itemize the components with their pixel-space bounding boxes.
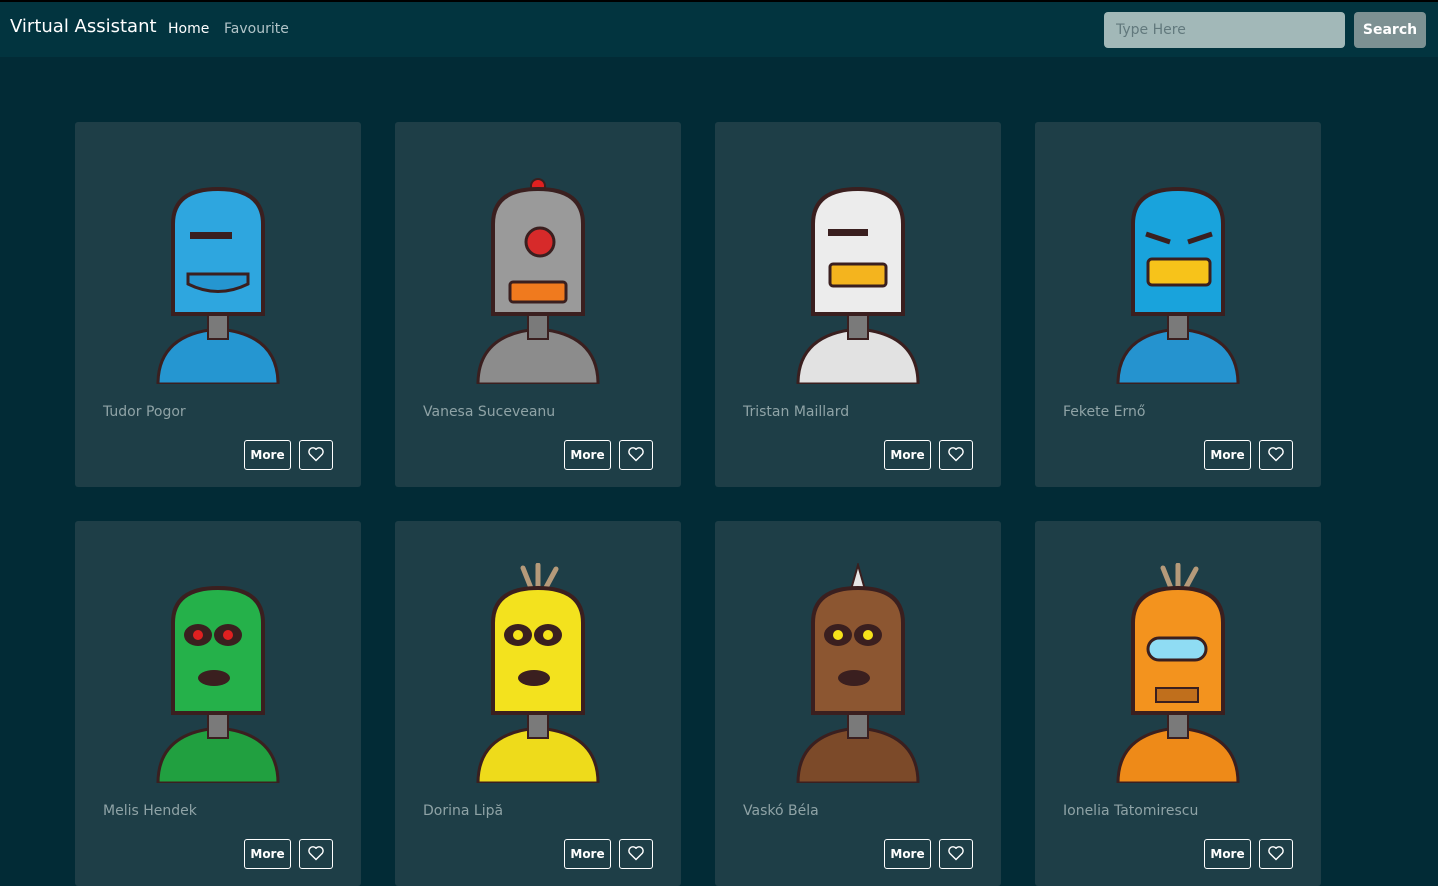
- assistant-name: Vanesa Suceveanu: [423, 404, 556, 420]
- favourite-button[interactable]: [939, 839, 973, 869]
- white-robot-avatar: [758, 164, 958, 386]
- cyan-robot-avatar: [1078, 164, 1278, 386]
- orange-robot-avatar: [1078, 562, 1278, 785]
- favourite-button[interactable]: [939, 440, 973, 470]
- assistant-card: Ionelia Tatomirescu More: [1035, 521, 1321, 886]
- navbar: Virtual Assistant Home Favourite Search: [0, 0, 1438, 57]
- assistant-name: Melis Hendek: [103, 803, 197, 819]
- heart-outline-icon: [1267, 845, 1285, 864]
- assistant-card: Vanesa Suceveanu More: [395, 122, 681, 487]
- assistant-card: Fekete Ernő More: [1035, 122, 1321, 487]
- assistant-card: Vaskó Béla More: [715, 521, 1001, 886]
- favourite-button[interactable]: [619, 440, 653, 470]
- brown-robot-avatar: [758, 561, 958, 785]
- assistant-name: Ionelia Tatomirescu: [1063, 803, 1199, 819]
- heart-outline-icon: [307, 446, 325, 465]
- assistant-card: Tristan Maillard More: [715, 122, 1001, 487]
- more-button[interactable]: More: [884, 440, 931, 470]
- search-input[interactable]: [1104, 12, 1345, 48]
- favourite-button[interactable]: [1259, 839, 1293, 869]
- more-button[interactable]: More: [564, 440, 611, 470]
- blue-robot-avatar: [118, 164, 318, 386]
- green-robot-avatar: [118, 563, 318, 785]
- nav-link-home[interactable]: Home: [168, 21, 209, 37]
- search-button[interactable]: Search: [1354, 12, 1426, 48]
- assistant-card: Melis Hendek More: [75, 521, 361, 886]
- assistant-name: Fekete Ernő: [1063, 404, 1146, 420]
- more-button[interactable]: More: [244, 440, 291, 470]
- nav-link-favourite[interactable]: Favourite: [224, 21, 289, 37]
- favourite-button[interactable]: [299, 440, 333, 470]
- heart-outline-icon: [307, 845, 325, 864]
- heart-outline-icon: [947, 446, 965, 465]
- heart-outline-icon: [1267, 446, 1285, 465]
- assistant-name: Tudor Pogor: [103, 404, 186, 420]
- heart-outline-icon: [627, 845, 645, 864]
- assistant-name: Tristan Maillard: [743, 404, 850, 420]
- more-button[interactable]: More: [1204, 440, 1251, 470]
- gray-robot-avatar: [438, 164, 638, 386]
- favourite-button[interactable]: [619, 839, 653, 869]
- heart-outline-icon: [627, 446, 645, 465]
- assistant-card: Dorina Lipă More: [395, 521, 681, 886]
- favourite-button[interactable]: [299, 839, 333, 869]
- favourite-button[interactable]: [1259, 440, 1293, 470]
- more-button[interactable]: More: [884, 839, 931, 869]
- more-button[interactable]: More: [244, 839, 291, 869]
- heart-outline-icon: [947, 845, 965, 864]
- assistant-card: Tudor Pogor More: [75, 122, 361, 487]
- more-button[interactable]: More: [1204, 839, 1251, 869]
- brand-title[interactable]: Virtual Assistant: [10, 16, 157, 37]
- assistant-name: Dorina Lipă: [423, 803, 504, 819]
- assistant-name: Vaskó Béla: [743, 803, 819, 819]
- yellow-robot-avatar: [438, 562, 638, 785]
- more-button[interactable]: More: [564, 839, 611, 869]
